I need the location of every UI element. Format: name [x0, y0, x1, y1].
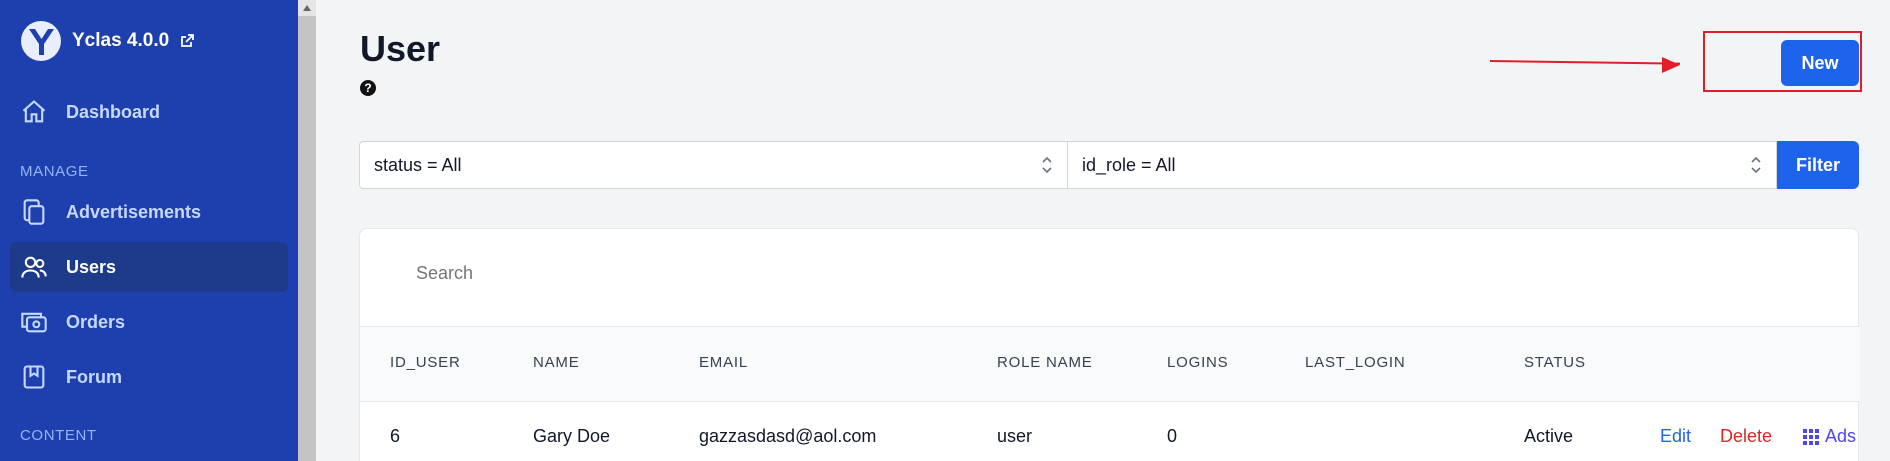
sidebar-item-label: Forum	[66, 366, 122, 387]
ads-link-label: Ads	[1825, 426, 1857, 446]
brand[interactable]: Yclas 4.0.0	[20, 20, 195, 62]
column-header-last-login[interactable]: LAST_LOGIN	[1305, 354, 1406, 371]
sidebar-item-label: Users	[66, 256, 117, 277]
sidebar-item-orders[interactable]: Orders	[10, 297, 288, 347]
table-header: ID_USER NAME EMAIL ROLE NAME LOGINS LAST…	[360, 326, 1860, 402]
search-input[interactable]	[416, 263, 816, 284]
book-icon	[23, 365, 45, 389]
filter-bar: status = All id_role = All Filter	[359, 141, 1859, 189]
column-header-status[interactable]: STATUS	[1524, 354, 1586, 371]
grid-icon	[1803, 428, 1819, 445]
yclas-logo-icon	[21, 21, 61, 61]
role-filter-value: id_role = All	[1082, 154, 1176, 175]
status-filter-select[interactable]: status = All	[359, 141, 1068, 189]
cell-status: Active	[1524, 426, 1574, 446]
home-icon	[22, 100, 46, 123]
new-user-button[interactable]: New	[1781, 40, 1859, 86]
cell-email: gazzasdasd@aol.com	[699, 426, 877, 446]
annotation-arrow-head	[1662, 57, 1680, 73]
app-title: Yclas 4.0.0	[72, 30, 170, 51]
sidebar: Yclas 4.0.0 Dashboard MANAGE Advertiseme…	[0, 0, 298, 461]
external-link-icon[interactable]	[179, 33, 195, 49]
documents-icon	[23, 199, 45, 225]
filter-button[interactable]: Filter	[1777, 141, 1859, 189]
role-filter-select[interactable]: id_role = All	[1068, 141, 1777, 189]
cell-logins: 0	[1167, 426, 1178, 446]
section-label-content: CONTENT	[20, 427, 97, 444]
sidebar-item-label: Advertisements	[66, 201, 202, 222]
scroll-up-arrow-icon[interactable]	[298, 0, 316, 16]
select-updown-icon	[1751, 156, 1761, 174]
delete-link[interactable]: Delete	[1720, 426, 1772, 447]
sidebar-item-forum[interactable]: Forum	[10, 352, 288, 402]
column-header-name[interactable]: NAME	[533, 354, 580, 371]
help-icon[interactable]: ?	[360, 80, 376, 96]
sidebar-item-dashboard[interactable]: Dashboard	[10, 87, 288, 137]
sidebar-item-label: Orders	[66, 311, 126, 332]
ads-link[interactable]: Ads	[1803, 426, 1856, 447]
column-header-logins[interactable]: LOGINS	[1167, 354, 1228, 371]
select-updown-icon	[1042, 156, 1052, 174]
sidebar-item-label: Dashboard	[66, 101, 161, 122]
users-icon	[21, 256, 47, 278]
cell-id-user: 6	[390, 426, 401, 446]
sidebar-item-users[interactable]: Users	[10, 242, 288, 292]
column-header-email[interactable]: EMAIL	[699, 354, 748, 371]
users-table-card: ID_USER NAME EMAIL ROLE NAME LOGINS LAST…	[359, 228, 1860, 461]
cell-name: Gary Doe	[533, 426, 611, 446]
cell-role-name: user	[997, 426, 1033, 446]
sidebar-scrollbar[interactable]	[298, 0, 316, 461]
page-title: User	[360, 28, 441, 69]
column-header-id-user[interactable]: ID_USER	[390, 354, 461, 371]
sidebar-item-advertisements[interactable]: Advertisements	[10, 187, 288, 237]
section-label-manage: MANAGE	[20, 163, 89, 180]
column-header-role-name[interactable]: ROLE NAME	[997, 354, 1093, 371]
edit-link[interactable]: Edit	[1660, 426, 1691, 447]
cash-icon	[21, 312, 47, 333]
status-filter-value: status = All	[374, 154, 462, 175]
annotation-arrow-line	[1489, 60, 1680, 65]
